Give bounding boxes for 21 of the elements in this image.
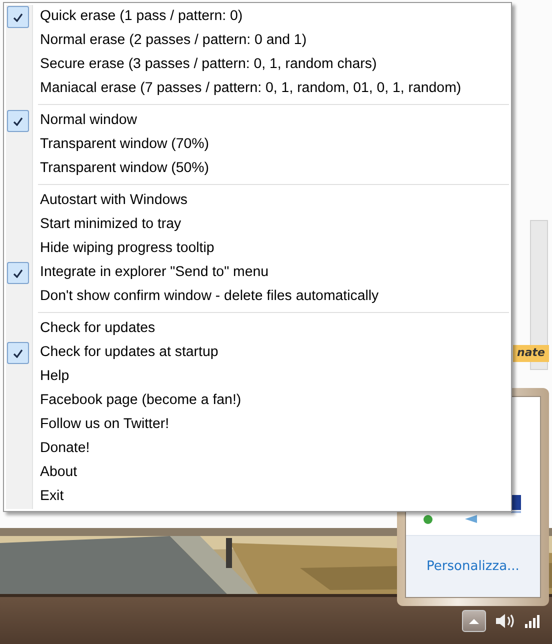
- menu-item[interactable]: Help: [40, 366, 70, 388]
- menu-item[interactable]: Start minimized to tray: [40, 214, 182, 236]
- menu-item[interactable]: Check for updates: [40, 318, 156, 340]
- menu-item[interactable]: Maniacal erase (7 passes / pattern: 0, 1, random, 01, 0, 1, random): [40, 78, 462, 100]
- menu-item[interactable]: Exit: [40, 486, 64, 508]
- menu-item[interactable]: Hide wiping progress tooltip: [40, 238, 214, 260]
- menu-item[interactable]: Facebook page (become a fan!): [40, 390, 242, 412]
- menu-item[interactable]: Follow us on Twitter!: [40, 414, 170, 436]
- menu-item[interactable]: Check for updates at startup: [40, 342, 218, 364]
- menu-item[interactable]: Don't show confirm window - delete files automatically: [40, 286, 379, 308]
- menu-item[interactable]: Normal erase (2 passes / pattern: 0 and 1): [40, 30, 307, 52]
- donate-banner: nate: [513, 345, 549, 362]
- menu-item[interactable]: Transparent window (50%): [40, 158, 210, 180]
- menu-item[interactable]: Integrate in explorer "Send to" menu: [40, 262, 269, 284]
- menu-item[interactable]: Quick erase (1 pass / pattern: 0): [40, 6, 243, 28]
- menu-item[interactable]: Donate!: [40, 438, 90, 460]
- menu-item[interactable]: About: [40, 462, 78, 484]
- menu-item[interactable]: Transparent window (70%): [40, 134, 210, 156]
- menu-item[interactable]: Secure erase (3 passes / pattern: 0, 1, random chars): [40, 54, 377, 76]
- menu-item[interactable]: Autostart with Windows: [40, 190, 188, 212]
- menu-item[interactable]: Normal window: [40, 110, 137, 132]
